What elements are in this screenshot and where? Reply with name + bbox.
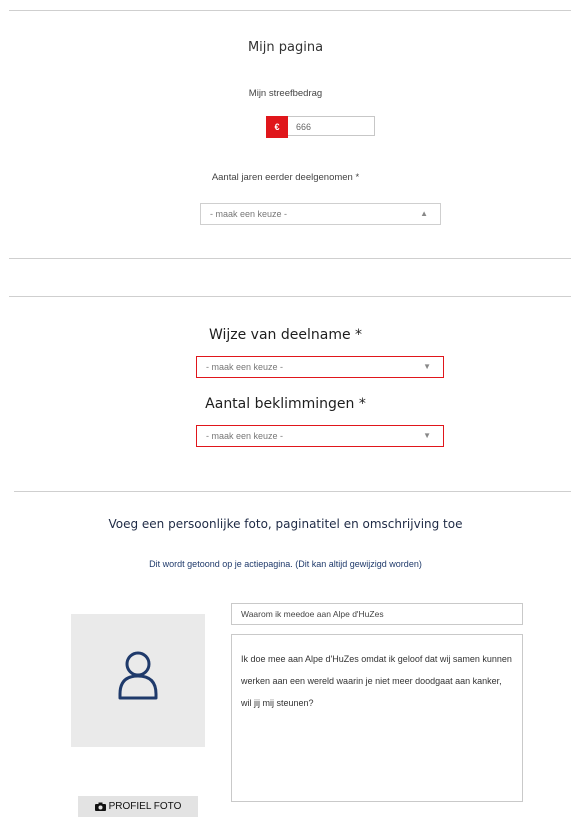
- euro-icon: €: [266, 116, 288, 138]
- years-participated-select[interactable]: - maak een keuze - ▲: [200, 203, 441, 225]
- camera-icon: [94, 802, 106, 811]
- target-amount-input[interactable]: 666: [288, 116, 375, 136]
- page-title-input[interactable]: Waarom ik meedoe aan Alpe d'HuZes: [231, 603, 523, 625]
- user-outline-icon: [118, 651, 158, 700]
- climbs-count-label: Aantal beklimmingen *: [205, 396, 366, 412]
- divider-section2-top: [9, 296, 571, 297]
- profile-photo-button-label: PROFIEL FOTO: [108, 801, 182, 812]
- divider-section1-bottom: [9, 258, 571, 259]
- description-textarea[interactable]: Ik doe mee aan Alpe d'HuZes omdat ik gel…: [231, 634, 523, 802]
- photo-section-heading: Voeg een persoonlijke foto, paginatitel …: [108, 517, 463, 531]
- profile-photo-placeholder[interactable]: [71, 614, 205, 747]
- climbs-count-select[interactable]: - maak een keuze - ▼: [196, 425, 444, 447]
- target-amount-field[interactable]: € 666: [266, 116, 376, 138]
- caret-icon: ▼: [423, 431, 431, 440]
- participation-mode-label: Wijze van deelname *: [208, 327, 363, 343]
- participation-mode-select[interactable]: - maak een keuze - ▼: [196, 356, 444, 378]
- section-title-my-page: Mijn pagina: [247, 40, 324, 55]
- climbs-count-select-value: - maak een keuze -: [206, 431, 284, 441]
- participation-mode-select-value: - maak een keuze -: [206, 362, 284, 372]
- photo-section-subheading: Dit wordt getoond op je actiepagina. (Di…: [149, 559, 422, 569]
- caret-icon: ▼: [423, 362, 431, 371]
- caret-icon: ▲: [420, 209, 428, 218]
- divider-top: [9, 10, 571, 11]
- years-participated-label: Aantal jaren eerder deelgenomen *: [211, 172, 360, 183]
- target-amount-label: Mijn streefbedrag: [248, 88, 323, 99]
- profile-photo-button[interactable]: PROFIEL FOTO: [78, 796, 198, 817]
- years-participated-select-value: - maak een keuze -: [210, 209, 288, 219]
- divider-section3-top: [14, 491, 571, 492]
